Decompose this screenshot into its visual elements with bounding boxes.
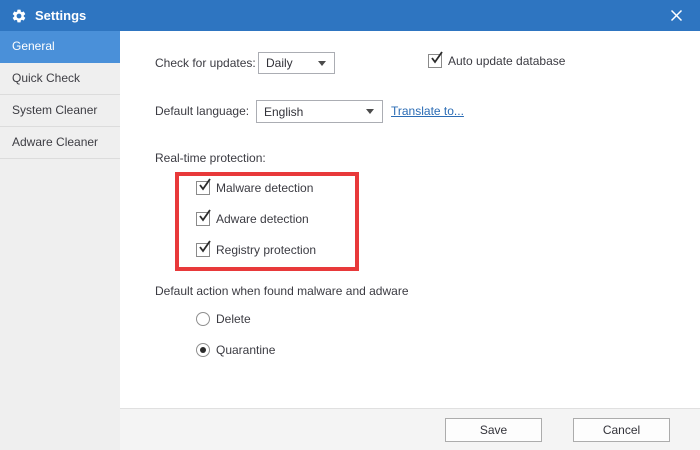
adware-detection-label: Adware detection (216, 212, 309, 226)
chevron-down-icon (366, 109, 374, 114)
checkbox (428, 54, 442, 68)
realtime-protection-label: Real-time protection: (155, 151, 266, 165)
auto-update-label: Auto update database (448, 54, 565, 68)
adware-detection-checkbox[interactable]: Adware detection (196, 211, 309, 227)
radio-button (196, 312, 210, 326)
chevron-down-icon (318, 61, 326, 66)
cancel-button[interactable]: Cancel (573, 418, 670, 442)
checkbox (196, 181, 210, 195)
registry-protection-checkbox[interactable]: Registry protection (196, 242, 316, 258)
checkmark-icon (197, 208, 213, 224)
dropdown-value: English (264, 105, 303, 119)
default-language-dropdown[interactable]: English (256, 100, 383, 123)
content-panel: Check for updates: Daily Auto update dat… (120, 31, 700, 450)
auto-update-checkbox[interactable]: Auto update database (428, 53, 565, 69)
check-for-updates-label: Check for updates: (155, 56, 256, 70)
delete-radio[interactable]: Delete (196, 311, 251, 326)
radio-button (196, 343, 210, 357)
checkmark-icon (429, 50, 445, 66)
titlebar: Settings (0, 0, 700, 31)
checkbox (196, 243, 210, 257)
quarantine-label: Quarantine (216, 343, 275, 357)
dropdown-value: Daily (266, 56, 293, 70)
gear-icon (11, 8, 27, 24)
malware-detection-checkbox[interactable]: Malware detection (196, 180, 313, 196)
delete-label: Delete (216, 312, 251, 326)
footer: Save Cancel (120, 408, 700, 450)
checkmark-icon (197, 177, 213, 193)
window-title: Settings (35, 8, 86, 23)
registry-protection-label: Registry protection (216, 243, 316, 257)
quarantine-radio[interactable]: Quarantine (196, 342, 275, 357)
sidebar: General Quick Check System Cleaner Adwar… (0, 31, 120, 450)
default-action-label: Default action when found malware and ad… (155, 284, 409, 298)
close-icon (670, 9, 683, 22)
checkbox (196, 212, 210, 226)
check-for-updates-dropdown[interactable]: Daily (258, 52, 335, 74)
translate-to-link[interactable]: Translate to... (391, 104, 464, 118)
default-language-label: Default language: (155, 104, 249, 118)
sidebar-item-adware-cleaner[interactable]: Adware Cleaner (0, 127, 120, 159)
settings-window: Settings General Quick Check System Clea… (0, 0, 700, 450)
malware-detection-label: Malware detection (216, 181, 313, 195)
checkmark-icon (197, 239, 213, 255)
sidebar-item-system-cleaner[interactable]: System Cleaner (0, 95, 120, 127)
sidebar-item-quick-check[interactable]: Quick Check (0, 63, 120, 95)
close-button[interactable] (669, 8, 684, 23)
save-button[interactable]: Save (445, 418, 542, 442)
sidebar-item-general[interactable]: General (0, 31, 120, 63)
